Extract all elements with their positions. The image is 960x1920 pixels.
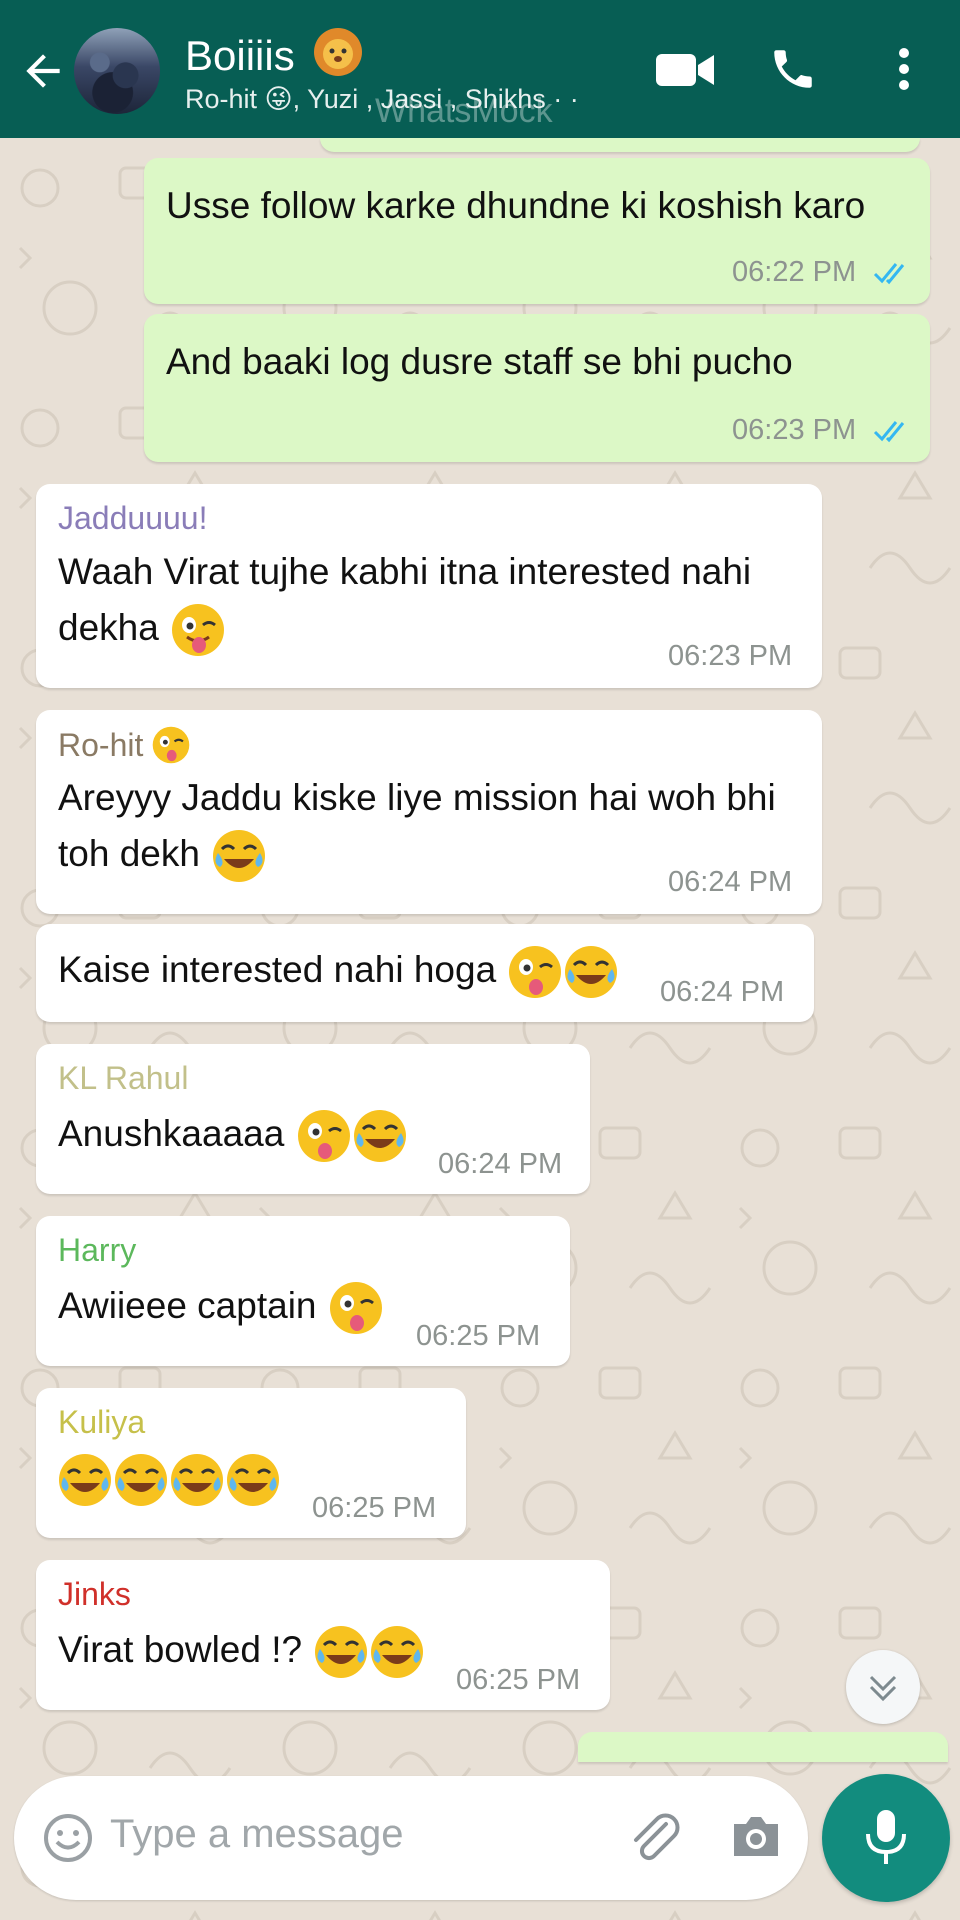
- message-text: Awiieee captain: [58, 1285, 317, 1326]
- message-bubble-incoming[interactable]: Kaise interested nahi hoga 06:24 PM: [36, 924, 814, 1022]
- message-text-line: Waah Virat tujhe kabhi itna interested n…: [58, 551, 752, 592]
- camera-icon[interactable]: [728, 1812, 784, 1862]
- message-bubble-partial[interactable]: [578, 1732, 948, 1762]
- winking-tongue-emoji-icon: [172, 604, 225, 657]
- group-avatar[interactable]: [74, 28, 160, 114]
- message-time: 06:22 PM: [732, 256, 857, 288]
- message-text: And baaki log dusre staff se bhi pucho: [166, 341, 793, 382]
- message-time: 06:23 PM: [668, 640, 793, 672]
- message-time: 06:24 PM: [438, 1148, 563, 1180]
- message-bubble-incoming[interactable]: Jinks Virat bowled !? 06:25 PM: [36, 1560, 610, 1710]
- message-input[interactable]: Type a message: [110, 1812, 404, 1857]
- attach-icon[interactable]: [626, 1810, 682, 1866]
- message-bubble-outgoing[interactable]: Usse follow karke dhundne ki koshish kar…: [144, 158, 930, 304]
- winking-tongue-emoji-icon: [297, 1110, 350, 1163]
- watermark: WhatsMock: [375, 92, 553, 130]
- message-time: 06:24 PM: [660, 976, 785, 1008]
- more-vert-icon[interactable]: [884, 46, 924, 92]
- message-bubble-incoming[interactable]: Ro-hit Areyyy Jaddu kiske liye mission h…: [36, 710, 822, 914]
- message-text: Virat bowled !?: [58, 1629, 303, 1670]
- sender-name[interactable]: Kuliya: [58, 1404, 145, 1441]
- tears-of-joy-emoji-icon: [371, 1626, 424, 1679]
- message-text-line: Kaise interested nahi hoga: [58, 942, 618, 999]
- chevron-double-down-icon: [869, 1675, 897, 1702]
- tears-of-joy-emoji-icon: [227, 1454, 279, 1507]
- message-composer[interactable]: Type a message: [14, 1776, 808, 1900]
- scroll-to-bottom-button[interactable]: [846, 1650, 920, 1724]
- sender-name[interactable]: Jadduuuu!: [58, 500, 207, 537]
- message-time: 06:25 PM: [456, 1664, 581, 1696]
- message-bubble-incoming[interactable]: Kuliya 06:25 PM: [36, 1388, 466, 1538]
- video-call-icon[interactable]: [654, 50, 716, 90]
- message-text: Anushkaaaaa: [58, 1113, 285, 1154]
- chat-title[interactable]: Boiiiis: [185, 26, 364, 80]
- message-text-line: Awiieee captain: [58, 1278, 383, 1335]
- message-text-line: Areyyy Jaddu kiske liye mission hai woh …: [58, 777, 776, 818]
- emoji-icon[interactable]: [42, 1812, 94, 1864]
- chat-header: Boiiiis Ro-hit 😜, Yuzi , Jassi , Shikhs …: [0, 0, 960, 138]
- message-text: Kaise interested nahi hoga: [58, 949, 497, 990]
- sender-name-text: Ro-hit: [58, 727, 144, 763]
- read-ticks-icon: [873, 263, 905, 285]
- message-text-line: Virat bowled !?: [58, 1622, 424, 1679]
- tears-of-joy-emoji-icon: [565, 946, 618, 999]
- message-bubble-partial[interactable]: [320, 138, 920, 152]
- mic-icon: [866, 1810, 906, 1864]
- message-bubble-incoming[interactable]: Jadduuuu! Waah Virat tujhe kabhi itna in…: [36, 484, 822, 688]
- sender-name[interactable]: KL Rahul: [58, 1060, 188, 1097]
- winking-tongue-emoji-icon: [509, 946, 562, 999]
- tears-of-joy-emoji-icon: [315, 1626, 368, 1679]
- message-text-line: toh dekh: [58, 826, 266, 883]
- message-bubble-outgoing[interactable]: And baaki log dusre staff se bhi pucho 0…: [144, 314, 930, 462]
- message-bubble-incoming[interactable]: KL Rahul Anushkaaaaa 06:24 PM: [36, 1044, 590, 1194]
- tears-of-joy-emoji-icon: [59, 1454, 111, 1507]
- message-text-line-2: toh dekh: [58, 833, 200, 874]
- lion-icon: [314, 28, 363, 76]
- tears-of-joy-emoji-icon: [171, 1454, 223, 1507]
- message-text-line: dekha: [58, 600, 225, 657]
- tears-of-joy-emoji-icon: [115, 1454, 167, 1507]
- winking-tongue-emoji-icon: [152, 726, 190, 764]
- tears-of-joy-emoji-icon: [213, 830, 266, 883]
- message-emoji-line: [56, 1450, 280, 1507]
- message-time: 06:25 PM: [312, 1492, 437, 1524]
- message-text-line: Anushkaaaaa: [58, 1106, 407, 1163]
- voice-record-button[interactable]: [822, 1774, 950, 1902]
- message-time: 06:23 PM: [732, 414, 857, 446]
- message-time: 06:24 PM: [668, 866, 793, 898]
- message-text-line-2: dekha: [58, 607, 159, 648]
- sender-name[interactable]: Ro-hit: [58, 726, 190, 764]
- sender-name[interactable]: Jinks: [58, 1576, 131, 1613]
- phone-icon[interactable]: [768, 44, 818, 94]
- message-bubble-incoming[interactable]: Harry Awiieee captain 06:25 PM: [36, 1216, 570, 1366]
- tears-of-joy-emoji-icon: [353, 1110, 406, 1163]
- message-time: 06:25 PM: [416, 1320, 541, 1352]
- sender-name[interactable]: Harry: [58, 1232, 136, 1269]
- winking-tongue-emoji-icon: [329, 1282, 382, 1335]
- read-ticks-icon: [873, 421, 905, 443]
- back-arrow-icon[interactable]: [18, 46, 68, 96]
- message-text: Usse follow karke dhundne ki koshish kar…: [166, 185, 866, 226]
